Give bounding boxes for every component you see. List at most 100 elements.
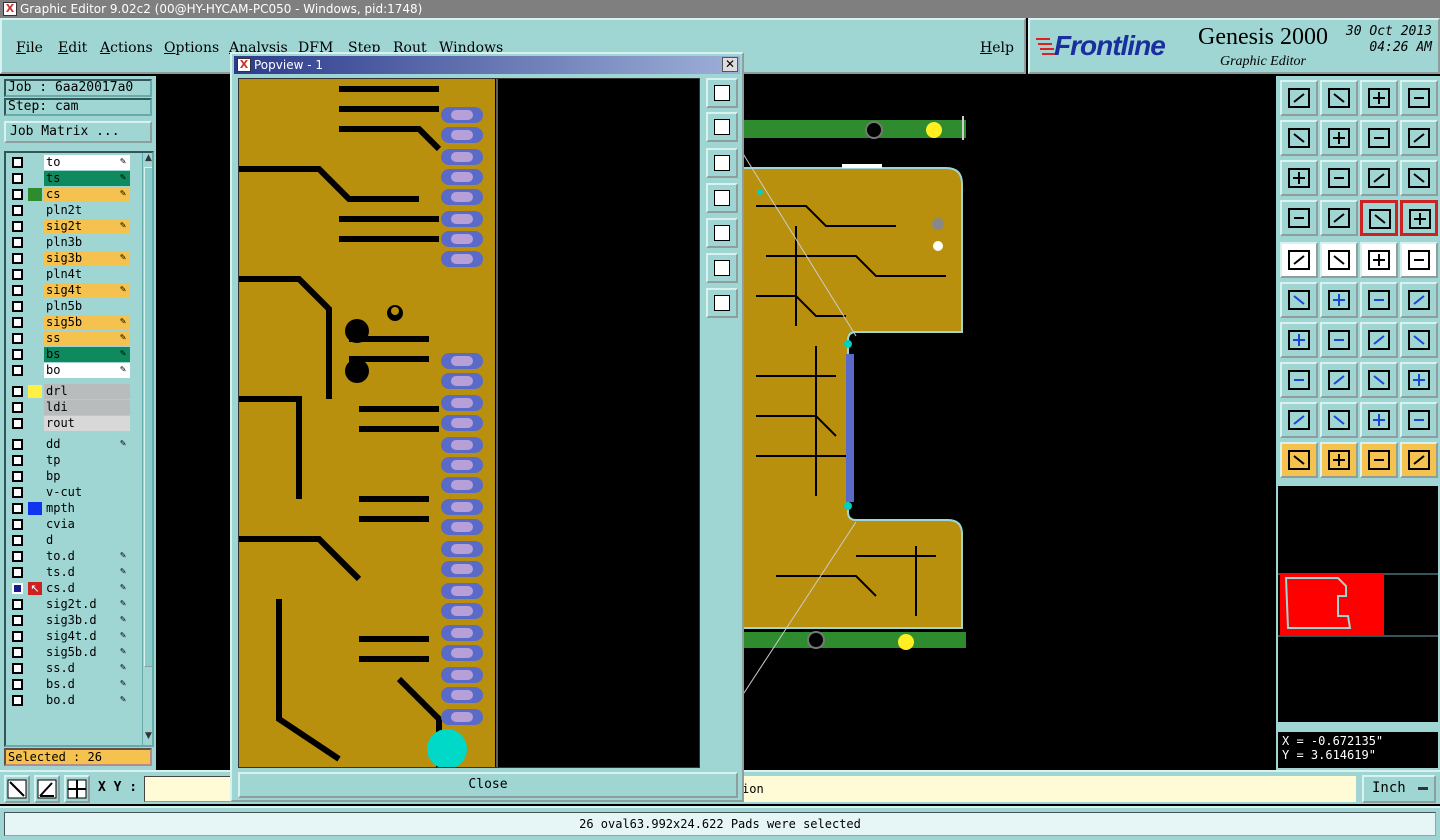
layer-checkbox[interactable] bbox=[12, 269, 23, 280]
tool-button[interactable] bbox=[1280, 442, 1318, 478]
tool-button[interactable] bbox=[1360, 362, 1398, 398]
zoom-box-tool[interactable] bbox=[4, 775, 30, 803]
popview-tool-1[interactable] bbox=[706, 78, 738, 108]
tool-button[interactable] bbox=[1320, 242, 1358, 278]
scroll-up-icon[interactable]: ▲ bbox=[143, 153, 152, 165]
layer-checkbox[interactable] bbox=[12, 221, 23, 232]
tool-button[interactable] bbox=[1320, 120, 1358, 156]
tool-button[interactable] bbox=[1280, 200, 1318, 236]
tool-button[interactable] bbox=[1400, 402, 1438, 438]
tool-button[interactable] bbox=[1360, 402, 1398, 438]
tool-button[interactable] bbox=[1400, 282, 1438, 318]
layer-checkbox[interactable] bbox=[12, 503, 23, 514]
layer-row[interactable]: rout bbox=[8, 416, 130, 431]
tool-button[interactable] bbox=[1320, 442, 1358, 478]
layer-row[interactable]: pln2t bbox=[8, 203, 130, 218]
tool-button[interactable] bbox=[1280, 160, 1318, 196]
tool-button[interactable] bbox=[1360, 160, 1398, 196]
tool-button[interactable] bbox=[1280, 362, 1318, 398]
layer-checkbox[interactable] bbox=[12, 402, 23, 413]
menu-help[interactable]: Help bbox=[980, 40, 1014, 56]
layer-row[interactable]: sig3b ✎ bbox=[8, 251, 130, 266]
menu-actions[interactable]: Actions bbox=[100, 40, 153, 56]
layer-row[interactable]: bs ✎ bbox=[8, 347, 130, 362]
layer-row[interactable]: sig4t.d ✎ bbox=[8, 629, 130, 644]
tool-button[interactable] bbox=[1280, 120, 1318, 156]
tool-button[interactable] bbox=[1360, 80, 1398, 116]
popview-tool-6[interactable] bbox=[706, 253, 738, 283]
layer-checkbox[interactable] bbox=[12, 583, 23, 594]
tool-button[interactable] bbox=[1280, 282, 1318, 318]
close-icon[interactable]: ✕ bbox=[722, 57, 738, 72]
popview-tool-7[interactable] bbox=[706, 288, 738, 318]
layer-checkbox[interactable] bbox=[12, 551, 23, 562]
layer-checkbox[interactable] bbox=[12, 455, 23, 466]
layer-checkbox[interactable] bbox=[12, 487, 23, 498]
layer-checkbox[interactable] bbox=[12, 237, 23, 248]
tool-button[interactable] bbox=[1400, 242, 1438, 278]
tool-button[interactable] bbox=[1360, 120, 1398, 156]
layer-row[interactable]: sig3b.d ✎ bbox=[8, 613, 130, 628]
layer-checkbox[interactable] bbox=[12, 189, 23, 200]
layer-row[interactable]: to.d ✎ bbox=[8, 549, 130, 564]
tool-button[interactable] bbox=[1400, 160, 1438, 196]
measure-tool[interactable] bbox=[34, 775, 60, 803]
layer-row[interactable]: tp bbox=[8, 453, 130, 468]
tool-button[interactable] bbox=[1320, 160, 1358, 196]
popview-close-button[interactable]: Close bbox=[238, 772, 738, 798]
layer-checkbox[interactable] bbox=[12, 205, 23, 216]
layer-checkbox[interactable] bbox=[12, 471, 23, 482]
tool-button[interactable] bbox=[1400, 200, 1438, 236]
tool-button[interactable] bbox=[1400, 322, 1438, 358]
tool-button[interactable] bbox=[1400, 362, 1438, 398]
layer-row[interactable]: bo.d ✎ bbox=[8, 693, 130, 708]
menu-file[interactable]: File bbox=[16, 40, 43, 56]
layer-checkbox[interactable] bbox=[12, 285, 23, 296]
tool-button[interactable] bbox=[1280, 80, 1318, 116]
tool-button[interactable] bbox=[1400, 120, 1438, 156]
layer-row[interactable]: sig5b ✎ bbox=[8, 315, 130, 330]
layer-row[interactable]: ts ✎ bbox=[8, 171, 130, 186]
scroll-down-icon[interactable]: ▼ bbox=[143, 731, 152, 743]
layer-row[interactable]: drl bbox=[8, 384, 130, 399]
layer-checkbox[interactable] bbox=[12, 386, 23, 397]
menu-edit[interactable]: Edit bbox=[58, 40, 87, 56]
layer-checkbox[interactable] bbox=[12, 535, 23, 546]
menu-options[interactable]: Options bbox=[164, 40, 219, 56]
tool-button[interactable] bbox=[1360, 442, 1398, 478]
layer-row[interactable]: bs.d ✎ bbox=[8, 677, 130, 692]
layer-row[interactable]: ldi bbox=[8, 400, 130, 415]
tool-button[interactable] bbox=[1360, 322, 1398, 358]
layer-row[interactable]: sig5b.d ✎ bbox=[8, 645, 130, 660]
layer-row[interactable]: sig2t ✎ bbox=[8, 219, 130, 234]
xy-input[interactable] bbox=[144, 776, 236, 802]
layer-row[interactable]: ss.d ✎ bbox=[8, 661, 130, 676]
layer-scrollbar[interactable]: ▲ ▼ bbox=[142, 153, 152, 745]
layer-checkbox[interactable] bbox=[12, 519, 23, 530]
layer-row[interactable]: to ✎ bbox=[8, 155, 130, 170]
layer-checkbox[interactable] bbox=[12, 567, 23, 578]
tool-button[interactable] bbox=[1280, 322, 1318, 358]
tool-button[interactable] bbox=[1400, 442, 1438, 478]
layer-checkbox[interactable] bbox=[12, 599, 23, 610]
popview-tool-4[interactable] bbox=[706, 183, 738, 213]
layer-checkbox[interactable] bbox=[12, 365, 23, 376]
layer-row[interactable]: pln4t bbox=[8, 267, 130, 282]
layer-row[interactable]: pln3b bbox=[8, 235, 130, 250]
popview-canvas[interactable] bbox=[238, 78, 700, 768]
layer-row[interactable]: ↖ cs.d ✎ bbox=[8, 581, 130, 596]
popview-tool-3[interactable] bbox=[706, 148, 738, 178]
unit-selector[interactable]: Inch bbox=[1362, 775, 1436, 803]
layer-row[interactable]: pln5b bbox=[8, 299, 130, 314]
tool-button[interactable] bbox=[1280, 242, 1318, 278]
layer-row[interactable]: v-cut bbox=[8, 485, 130, 500]
layer-checkbox[interactable] bbox=[12, 333, 23, 344]
layer-checkbox[interactable] bbox=[12, 173, 23, 184]
grid-tool[interactable] bbox=[64, 775, 90, 803]
layer-checkbox[interactable] bbox=[12, 631, 23, 642]
job-matrix-button[interactable]: Job Matrix ... bbox=[4, 121, 152, 143]
layer-checkbox[interactable] bbox=[12, 615, 23, 626]
popview-tool-2[interactable] bbox=[706, 112, 738, 142]
tool-button[interactable] bbox=[1320, 282, 1358, 318]
layer-row[interactable]: bo ✎ bbox=[8, 363, 130, 378]
